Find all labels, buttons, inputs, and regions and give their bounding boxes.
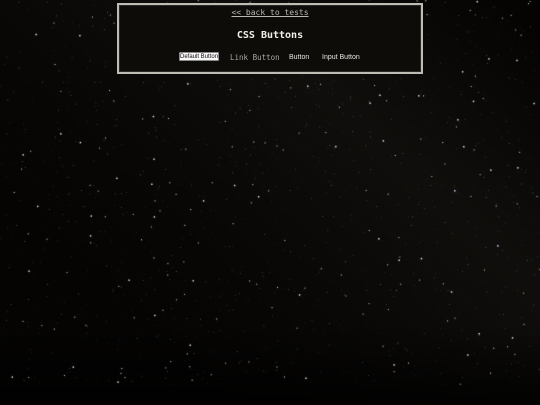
input-button[interactable] — [322, 52, 360, 63]
link-button[interactable]: Link Button — [230, 52, 280, 63]
page-title: CSS Buttons — [236, 30, 304, 41]
plain-button[interactable]: Button — [289, 52, 309, 63]
back-to-tests-link[interactable]: << back to tests — [119, 8, 421, 17]
test-panel: << back to tests CSS Buttons Default But… — [117, 3, 423, 74]
button-row: Default Button Link Button Button — [119, 52, 421, 63]
default-button[interactable]: Default Button — [179, 52, 219, 61]
